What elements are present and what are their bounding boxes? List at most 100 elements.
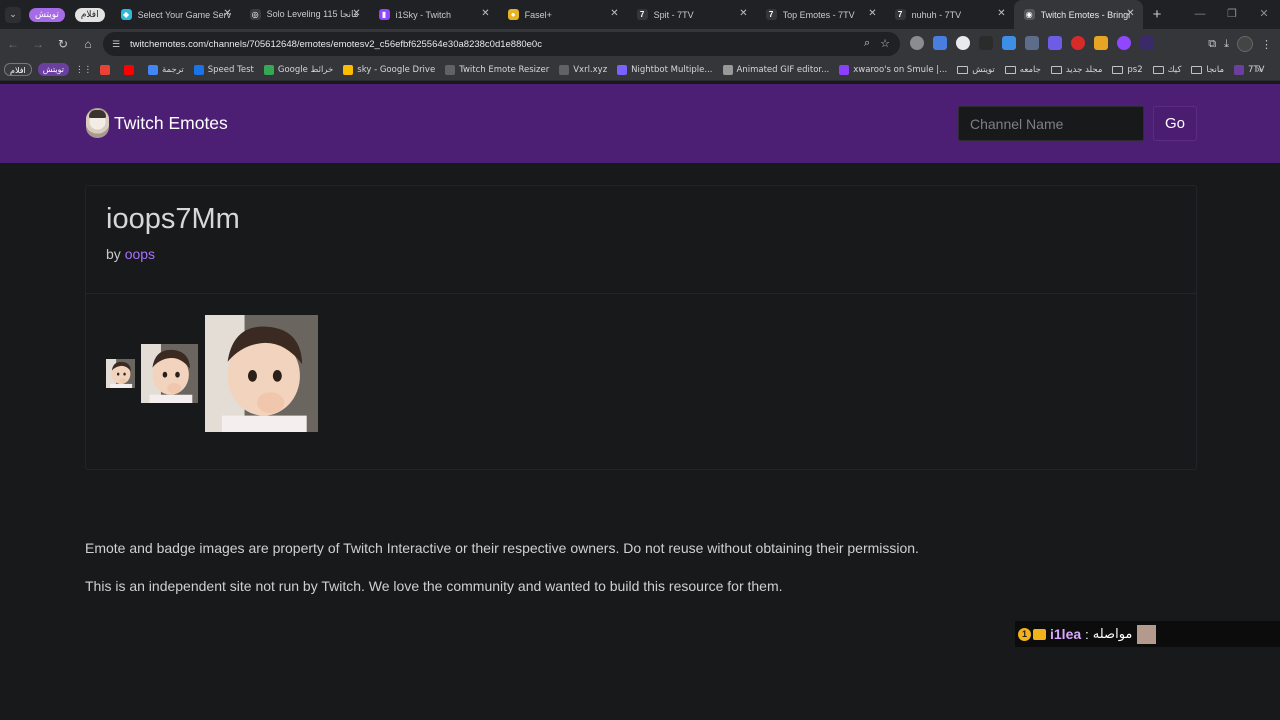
brand-link[interactable]: Twitch Emotes bbox=[86, 108, 228, 138]
home-button[interactable]: ⌂ bbox=[76, 32, 100, 56]
extension-icon[interactable] bbox=[910, 36, 924, 50]
extension-icon[interactable] bbox=[1117, 36, 1131, 50]
extension-icon[interactable] bbox=[1071, 36, 1085, 50]
tab-close-icon[interactable]: ✕ bbox=[868, 8, 876, 19]
browser-tab[interactable]: ▮ i1Sky - Twitch ✕ bbox=[369, 0, 498, 29]
extension-icon[interactable] bbox=[1025, 36, 1039, 50]
apps-icon[interactable]: ⋮⋮ bbox=[75, 65, 92, 75]
emote-image-large[interactable] bbox=[205, 315, 318, 432]
reload-button[interactable]: ↻ bbox=[51, 32, 75, 56]
bookmark-folder-label: مانجا bbox=[1206, 64, 1225, 75]
bookmark-folder[interactable]: تويتش bbox=[957, 65, 995, 75]
kebab-menu-icon[interactable]: ⋮ bbox=[1261, 38, 1272, 51]
extension-icon[interactable] bbox=[933, 36, 947, 50]
browser-tab[interactable]: ◆ Select Your Game Serv ✕ bbox=[111, 0, 240, 29]
chat-username: i1lea bbox=[1050, 626, 1082, 642]
address-bar[interactable]: ☰ twitchemotes.com/channels/705612648/em… bbox=[103, 32, 900, 56]
folder-icon bbox=[1112, 65, 1124, 74]
bookmark-label: Nightbot Multiple... bbox=[631, 64, 713, 75]
bookmark-pill-movies[interactable]: افلام bbox=[4, 63, 32, 76]
browser-tab[interactable]: 7 nuhuh - 7TV ✕ bbox=[885, 0, 1014, 29]
tab-favicon-icon: 7 bbox=[894, 9, 906, 20]
channel-owner-link[interactable]: oops bbox=[125, 246, 155, 262]
extension-icon[interactable] bbox=[1140, 36, 1154, 50]
bookmark-item[interactable]: sky - Google Drive bbox=[343, 64, 435, 75]
bookmark-item[interactable]: Animated GIF editor... bbox=[722, 64, 830, 75]
bookmark-folder[interactable]: مجلد جديد bbox=[1050, 65, 1102, 75]
tab-group-movies[interactable]: افلام bbox=[74, 7, 105, 22]
close-window-icon[interactable]: ✕ bbox=[1248, 0, 1280, 29]
forward-button[interactable]: → bbox=[26, 32, 50, 56]
tab-close-icon[interactable]: ✕ bbox=[481, 8, 489, 19]
folder-icon bbox=[1004, 65, 1016, 74]
bookmark-label: Vxrl.xyz bbox=[573, 64, 608, 75]
address-url[interactable]: twitchemotes.com/channels/705612648/emot… bbox=[130, 39, 542, 50]
browser-tab[interactable]: ◉ Twitch Emotes - Bringi ✕ bbox=[1013, 0, 1143, 29]
bookmark-folder[interactable]: جامعه bbox=[1004, 65, 1041, 75]
back-button[interactable]: ← bbox=[1, 32, 25, 56]
extensions-bar bbox=[910, 36, 1154, 50]
bookmark-folder[interactable]: مانجا bbox=[1191, 65, 1224, 75]
bookmark-item[interactable]: xwaroo's on Smule |... bbox=[839, 64, 948, 75]
tab-close-icon[interactable]: ✕ bbox=[352, 8, 360, 19]
bookmarks-overflow-icon[interactable]: » bbox=[1256, 64, 1262, 75]
bookmark-folder[interactable]: كيك bbox=[1152, 64, 1182, 75]
browser-tab[interactable]: ◎ Solo Leveling 115 مانجا ✕ bbox=[240, 0, 369, 29]
go-button[interactable]: Go bbox=[1153, 106, 1197, 141]
tab-group-twitch[interactable]: تويتش bbox=[29, 7, 65, 22]
bookmark-item[interactable]: Nightbot Multiple... bbox=[617, 64, 713, 75]
window-controls: — ❐ ✕ bbox=[1184, 0, 1280, 29]
bookmark-pill-twitch[interactable]: تويتش bbox=[37, 63, 69, 76]
channel-search-input[interactable] bbox=[958, 106, 1144, 141]
bookmark-item[interactable] bbox=[123, 64, 138, 75]
tab-close-icon[interactable]: ✕ bbox=[739, 8, 747, 19]
zoom-icon[interactable]: ⌕ bbox=[864, 37, 870, 50]
minimize-icon[interactable]: — bbox=[1184, 0, 1216, 29]
tab-favicon-icon: 7 bbox=[765, 9, 777, 20]
download-icon[interactable]: ⤓ bbox=[1224, 38, 1229, 51]
profile-avatar[interactable] bbox=[1237, 36, 1253, 52]
browser-tab[interactable]: ● Fasel+ ✕ bbox=[498, 0, 627, 29]
arrow-right-icon: → bbox=[32, 37, 44, 51]
bookmark-star-icon[interactable]: ☆ bbox=[880, 37, 890, 50]
bookmarks-bar: افلام تويتش ⋮⋮ ترجمة Speed Test Google خرا… bbox=[0, 59, 1280, 81]
extension-icon[interactable] bbox=[1094, 36, 1108, 50]
tab-close-icon[interactable]: ✕ bbox=[1126, 8, 1134, 19]
puzzle-icon[interactable]: ⧉ bbox=[1208, 38, 1216, 51]
bookmark-favicon-icon bbox=[123, 64, 134, 75]
tab-strip: ⌄ تويتش افلام ◆ Select Your Game Serv ✕ ◎ So… bbox=[0, 0, 1280, 29]
emote-image-small[interactable] bbox=[106, 359, 135, 388]
bookmark-item[interactable]: ترجمة bbox=[147, 64, 184, 75]
site-info-icon[interactable]: ☰ bbox=[112, 39, 126, 50]
extension-icon[interactable] bbox=[1048, 36, 1062, 50]
extension-icon[interactable] bbox=[1002, 36, 1016, 50]
new-tab-button[interactable]: + bbox=[1153, 6, 1162, 23]
extension-icon[interactable] bbox=[956, 36, 970, 50]
browser-tab[interactable]: 7 Spit - 7TV ✕ bbox=[627, 0, 756, 29]
chat-message: مواصله bbox=[1092, 626, 1133, 642]
tab-search-button[interactable]: ⌄ bbox=[5, 6, 21, 23]
reload-icon: ↻ bbox=[57, 37, 69, 51]
bookmark-label: Google خرائط bbox=[277, 64, 334, 75]
bookmark-label: Animated GIF editor... bbox=[736, 64, 830, 75]
tab-close-icon[interactable]: ✕ bbox=[223, 8, 231, 19]
bookmark-folder[interactable]: ps2 bbox=[1112, 65, 1143, 75]
bookmark-item[interactable]: Vxrl.xyz bbox=[559, 64, 608, 75]
extension-icon[interactable] bbox=[979, 36, 993, 50]
bookmark-label: xwaroo's on Smule |... bbox=[853, 64, 948, 75]
bookmark-folder-label: كيك bbox=[1167, 64, 1182, 75]
emote-image-medium[interactable] bbox=[141, 344, 198, 403]
bookmark-item[interactable] bbox=[99, 64, 114, 75]
bookmark-item[interactable]: Google خرائط bbox=[263, 64, 334, 75]
restore-icon[interactable]: ❐ bbox=[1216, 0, 1248, 29]
emote-name: ioops7Mm bbox=[106, 203, 240, 235]
chat-avatar bbox=[1137, 624, 1157, 644]
browser-tab[interactable]: 7 Top Emotes - 7TV ✕ bbox=[756, 0, 885, 29]
tab-close-icon[interactable]: ✕ bbox=[997, 8, 1005, 19]
home-icon: ⌂ bbox=[84, 37, 92, 51]
bookmark-item[interactable]: Speed Test bbox=[193, 64, 254, 75]
tab-close-icon[interactable]: ✕ bbox=[610, 8, 618, 19]
bookmark-label: ترجمة bbox=[161, 64, 184, 75]
tab-favicon-icon: ▮ bbox=[378, 9, 390, 20]
bookmark-item[interactable]: Twitch Emote Resizer bbox=[445, 64, 549, 75]
